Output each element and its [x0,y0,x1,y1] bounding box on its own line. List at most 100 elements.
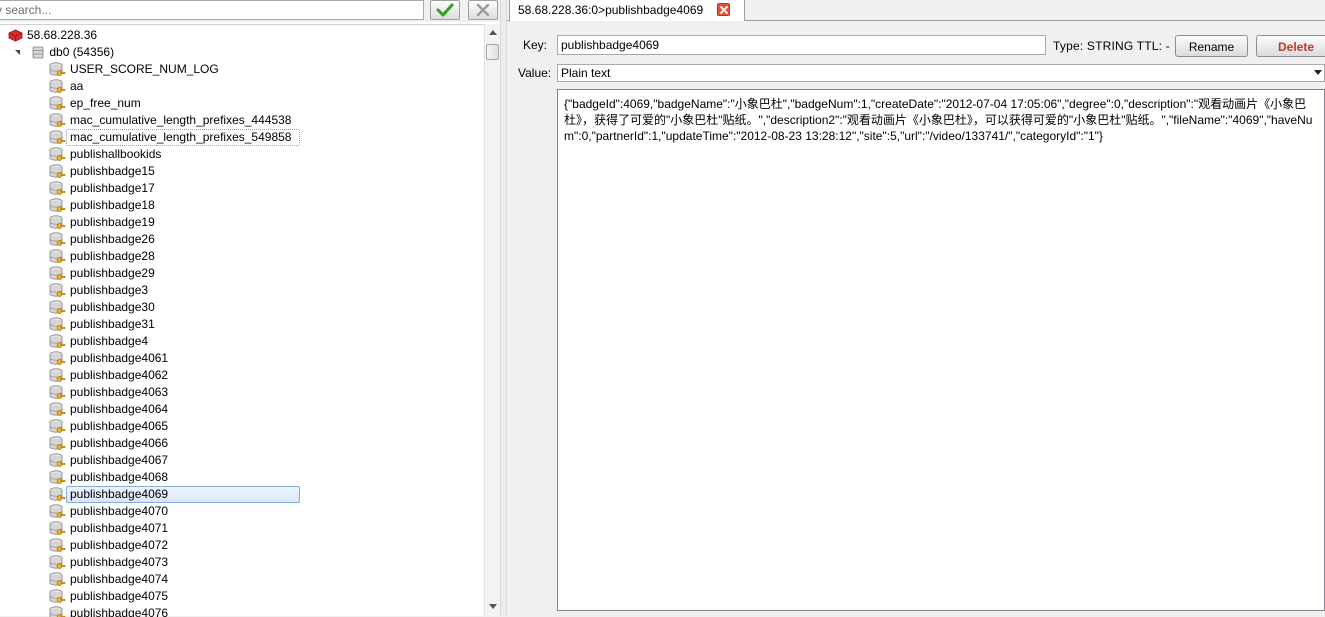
search-input[interactable] [0,0,424,20]
key-list-item[interactable]: publishbadge4074 [48,571,171,588]
string-key-icon [48,265,66,282]
key-list-item[interactable]: publishbadge4072 [48,537,171,554]
string-key-icon [48,537,66,554]
key-list-item[interactable]: publishallbookids [48,146,164,163]
key-list-item[interactable]: publishbadge4061 [48,350,171,367]
tab-bar: 58.68.228.36:0>publishbadge4069 [507,0,1325,21]
string-key-icon [48,333,66,350]
key-list-item[interactable]: publishbadge4069 [48,486,300,503]
key-list-item[interactable]: publishbadge4075 [48,588,171,605]
key-label-text: ep_free_num [70,96,141,110]
string-key-icon [48,95,66,112]
delete-button[interactable]: Delete [1256,35,1325,57]
string-key-icon [48,503,66,520]
key-list-item[interactable]: publishbadge4067 [48,452,171,469]
string-key-icon [48,452,66,469]
string-key-icon [48,282,66,299]
key-label-text: mac_cumulative_length_prefixes_444538 [70,113,292,127]
key-tree: 58.68.228.36 db0 (54356) USER_SCORE_NUM_… [0,24,484,617]
chevron-down-icon [1314,70,1322,75]
key-list-item[interactable]: aa [48,78,86,95]
key-list-item[interactable]: publishbadge4064 [48,401,171,418]
key-label-text: publishbadge4072 [70,538,169,552]
key-label-text: publishbadge4063 [70,385,169,399]
key-label-text: publishbadge4069 [66,486,300,503]
clear-filter-button[interactable] [468,0,498,20]
rename-button[interactable]: Rename [1175,35,1248,57]
value-editor-panel: 58.68.228.36:0>publishbadge4069 Key: Typ… [507,0,1325,616]
string-key-icon [48,350,66,367]
scroll-down-arrow-icon[interactable] [485,598,501,614]
key-label: Key: [523,38,548,52]
tab-content: Key: Type: STRING TTL: - Rename Delete V… [507,21,1325,616]
key-label-text: publishbadge4061 [70,351,169,365]
panel-splitter[interactable] [500,0,507,616]
key-label-text: publishbadge4068 [70,470,169,484]
key-list-item[interactable]: publishbadge18 [48,197,158,214]
string-key-icon [48,605,66,617]
database-label: db0 (54356) [49,45,115,59]
string-key-icon [48,197,66,214]
value-format-selected: Plain text [561,66,611,80]
string-key-icon [48,78,66,95]
key-list-item[interactable]: publishbadge29 [48,265,158,282]
key-label-text: publishbadge4066 [70,436,169,450]
close-icon [476,3,490,17]
key-list-item[interactable]: USER_SCORE_NUM_LOG [48,61,222,78]
key-list-item[interactable]: publishbadge3 [48,282,151,299]
string-key-icon [48,112,66,129]
key-list-item[interactable]: publishbadge19 [48,214,158,231]
key-list-item[interactable]: ep_free_num [48,95,144,112]
scroll-up-arrow-icon[interactable] [485,24,501,40]
string-key-icon [48,180,66,197]
key-label-text: aa [70,79,84,93]
tree-server-node[interactable]: 58.68.228.36 [8,27,97,44]
key-list-item[interactable]: publishbadge4 [48,333,151,350]
string-key-icon [48,61,66,78]
string-key-icon [48,299,66,316]
value-textarea[interactable]: {"badgeId":4069,"badgeName":"小象巴杜","badg… [557,89,1325,611]
expanded-arrow-icon[interactable] [14,44,22,61]
close-icon[interactable] [717,3,730,16]
string-key-icon [48,146,66,163]
key-list-item[interactable]: publishbadge4073 [48,554,171,571]
key-list-item[interactable]: publishbadge4066 [48,435,171,452]
key-label-text: publishbadge18 [70,198,155,212]
key-list-item[interactable]: publishbadge28 [48,248,158,265]
key-label-text: mac_cumulative_length_prefixes_549858 [66,129,300,146]
key-list-item[interactable]: publishbadge4068 [48,469,171,486]
key-label-text: publishbadge15 [70,164,155,178]
key-label-text: publishallbookids [70,147,162,161]
string-key-icon [48,469,66,486]
key-list-item[interactable]: publishbadge4070 [48,503,171,520]
key-list-item[interactable]: publishbadge4063 [48,384,171,401]
key-list-item[interactable]: publishbadge4065 [48,418,171,435]
key-list-item[interactable]: publishbadge4062 [48,367,171,384]
value-format-select[interactable]: Plain text [557,64,1325,82]
key-list-item[interactable]: publishbadge17 [48,180,158,197]
key-label-text: publishbadge31 [70,317,155,331]
key-list-item[interactable]: publishbadge30 [48,299,158,316]
string-key-icon [48,520,66,537]
key-list-item[interactable]: publishbadge31 [48,316,158,333]
check-icon [436,3,454,17]
apply-filter-button[interactable] [430,0,460,20]
string-key-icon [48,367,66,384]
tree-database-node[interactable]: db0 (54356) [14,44,114,61]
value-label: Value: [518,66,552,80]
key-name-input[interactable] [557,35,1046,55]
string-key-icon [48,571,66,588]
key-label-text: publishbadge4071 [70,521,169,535]
key-list-item[interactable]: publishbadge4071 [48,520,171,537]
key-list-item[interactable]: mac_cumulative_length_prefixes_444538 [48,112,294,129]
key-list-item[interactable]: publishbadge15 [48,163,158,180]
scrollbar-thumb[interactable] [486,44,499,60]
search-bar [0,0,500,22]
key-label-text: publishbadge26 [70,232,155,246]
key-list-item[interactable]: publishbadge26 [48,231,158,248]
key-list-item[interactable]: mac_cumulative_length_prefixes_549858 [48,129,300,146]
key-label-text: USER_SCORE_NUM_LOG [70,62,219,76]
key-list-item[interactable]: publishbadge4076 [48,605,171,617]
tab-key-editor[interactable]: 58.68.228.36:0>publishbadge4069 [509,0,745,21]
tree-scrollbar[interactable] [484,24,500,616]
